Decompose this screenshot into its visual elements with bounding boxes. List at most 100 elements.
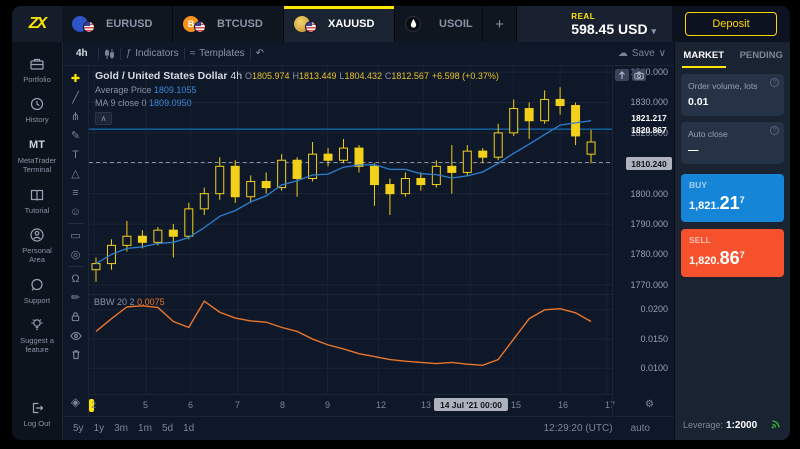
tab-eurusd[interactable]: EURUSD <box>62 6 173 42</box>
bbw-params: 20 2 <box>117 297 135 307</box>
range-5d-button[interactable]: 5d <box>162 423 173 434</box>
chat-bubble-icon <box>29 277 45 293</box>
sidebar-item-metatrader[interactable]: MT MetaTrader Terminal <box>12 131 62 181</box>
undo-icon: ↶ <box>256 48 264 59</box>
tab-pending[interactable]: PENDING <box>733 42 791 68</box>
templates-button[interactable]: ≈ Templates <box>190 48 245 59</box>
lock-drawings-icon[interactable] <box>63 307 88 326</box>
brand-logo[interactable]: ZX <box>12 6 62 42</box>
btcusd-pair-icon: B <box>183 16 209 33</box>
range-1y-button[interactable]: 1y <box>94 423 105 434</box>
range-5y-button[interactable]: 5y <box>73 423 84 434</box>
time-axis[interactable]: 2567891213151617 14 Jul '21 00:00 <box>89 394 612 416</box>
tab-xauusd[interactable]: XAUUSD <box>284 6 395 42</box>
price-chart-canvas[interactable]: Gold / United States Dollar 4h O1805.974… <box>89 66 612 294</box>
tab-market[interactable]: MARKET <box>675 42 733 68</box>
time-axis-label: 9 <box>325 400 330 410</box>
mt-icon: MT <box>29 137 45 153</box>
sell-button[interactable]: SELL 1,820.867 <box>681 229 784 277</box>
bbw-indicator-canvas[interactable]: BBW 20 2 0.0075 <box>89 294 612 394</box>
save-layout-button[interactable]: ☁ Save ∨ <box>618 48 666 59</box>
stay-in-drawing-mode-icon[interactable]: ✏ <box>63 288 88 307</box>
bbw-axis-label: 0.0200 <box>640 304 668 314</box>
us-flag-icon <box>194 21 206 33</box>
help-icon[interactable]: ? <box>770 78 779 87</box>
add-instrument-button[interactable]: + <box>483 6 517 42</box>
hide-drawings-icon[interactable] <box>63 326 88 345</box>
sidebar-item-support[interactable]: Support <box>12 271 62 311</box>
scroll-to-latest-button[interactable] <box>615 69 629 81</box>
measure-icon[interactable]: ▭ <box>63 226 88 245</box>
sidebar-item-personal-area[interactable]: Personal Area <box>12 221 62 271</box>
auto-close-value[interactable]: — <box>688 144 777 156</box>
price-axis[interactable]: 1840.0001830.0001820.0001800.0001790.000… <box>612 66 674 416</box>
account-strip: REAL 598.45 USD ▾ <box>517 6 672 42</box>
history-clock-icon <box>29 96 45 112</box>
brush-icon[interactable]: ✎ <box>63 126 88 145</box>
time-axis-label: 13 <box>421 400 431 410</box>
trendline-icon[interactable]: ╱ <box>63 88 88 107</box>
sell-price: 1,820.867 <box>689 248 776 269</box>
open-value: 1805.974 <box>252 71 290 81</box>
chart-toolbar: 4h ƒ Indicators ≈ Templates ↶ <box>63 42 674 66</box>
help-icon[interactable]: ? <box>770 126 779 135</box>
magnet-icon[interactable]: Ω <box>63 269 88 288</box>
change-value: +6.598 (+0.37%) <box>432 71 499 81</box>
sidebar-item-tutorial[interactable]: Tutorial <box>12 181 62 221</box>
sidebar-item-suggest-feature[interactable]: Suggest a feature <box>12 311 62 361</box>
emoji-icon[interactable]: ☺ <box>63 202 88 221</box>
axis-settings-button[interactable]: ⚙ <box>645 399 654 410</box>
time-axis-label: 8 <box>280 400 285 410</box>
pitchfork-icon[interactable]: ⋔ <box>63 107 88 126</box>
screenshot-button[interactable] <box>632 69 646 81</box>
auto-close-field[interactable]: Auto close — ? <box>681 122 784 164</box>
topbar: ZX EURUSD B BTCUSD XAUUSD <box>12 6 790 42</box>
bbw-value: 0.0075 <box>137 297 165 307</box>
text-tool-icon[interactable]: T <box>63 145 88 164</box>
timezone-auto-toggle[interactable]: auto <box>631 423 650 434</box>
candles-layer <box>92 87 595 282</box>
chevron-down-icon: ∨ <box>659 48 666 59</box>
order-volume-field[interactable]: Order volume, lots 0.01 ? <box>681 74 784 116</box>
time-axis-label: 2 <box>91 400 96 410</box>
sidebar-item-logout[interactable]: Log Out <box>12 394 62 434</box>
deposit-button[interactable]: Deposit <box>685 12 777 36</box>
undo-button[interactable]: ↶ <box>256 48 264 59</box>
delete-drawings-icon[interactable] <box>63 345 88 364</box>
tab-btcusd[interactable]: B BTCUSD <box>173 6 284 42</box>
tab-label: BTCUSD <box>217 18 263 30</box>
order-volume-value[interactable]: 0.01 <box>688 96 777 108</box>
buy-price: 1,821.217 <box>689 193 776 214</box>
crosshair-icon[interactable]: ✚ <box>63 69 88 88</box>
timeframe-button[interactable]: 4h <box>71 46 93 61</box>
range-1m-button[interactable]: 1m <box>138 423 152 434</box>
status-bar: 5y 1y 3m 1m 5d 1d 12:29:20 (UTC) auto <box>63 416 674 440</box>
indicators-button[interactable]: ƒ Indicators <box>126 48 179 59</box>
bbw-axis-label: 0.0150 <box>640 334 668 344</box>
terminal-window: ZX EURUSD B BTCUSD XAUUSD <box>12 6 790 440</box>
tab-label: USOIL <box>439 18 473 30</box>
time-axis-label: 5 <box>143 400 148 410</box>
range-1d-button[interactable]: 1d <box>183 423 194 434</box>
sidebar: Portfolio History MT MetaTrader Terminal… <box>12 42 62 440</box>
high-value: 1813.449 <box>299 71 337 81</box>
chevron-up-icon: ∧ <box>101 114 107 123</box>
tab-usoil[interactable]: USOIL <box>395 6 483 42</box>
range-3m-button[interactable]: 3m <box>114 423 128 434</box>
bbw-line <box>96 301 591 365</box>
fib-lines-icon[interactable]: ≡ <box>63 183 88 202</box>
collapse-legend-button[interactable]: ∧ <box>95 112 112 125</box>
avg-price-label: Average Price <box>95 85 151 95</box>
price-axis-label: 1800.000 <box>630 189 668 199</box>
chart-type-button[interactable] <box>104 48 115 60</box>
sidebar-item-history[interactable]: History <box>12 90 62 130</box>
buy-button[interactable]: BUY 1,821.217 <box>681 174 784 222</box>
chart-legend: Gold / United States Dollar 4h O1805.974… <box>95 70 499 108</box>
low-value: 1804.432 <box>344 71 382 81</box>
pattern-icon[interactable]: △ <box>63 164 88 183</box>
object-tree-icon[interactable]: ◈ <box>63 392 88 411</box>
zoom-icon[interactable]: ◎ <box>63 245 88 264</box>
sidebar-item-portfolio[interactable]: Portfolio <box>12 50 62 90</box>
price-axis-label: 1790.000 <box>630 219 668 229</box>
account-selector[interactable]: REAL 598.45 USD ▾ <box>571 12 656 37</box>
